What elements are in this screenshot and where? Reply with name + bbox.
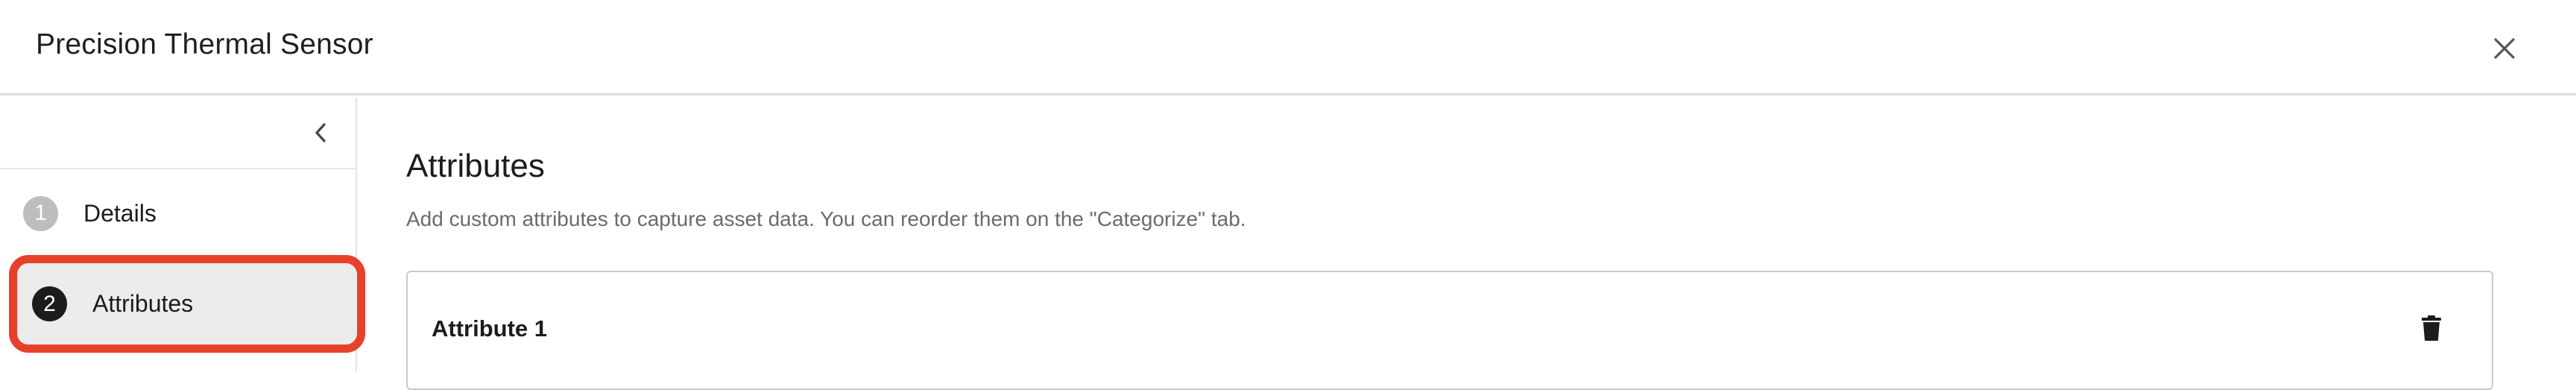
chevron-left-icon (315, 123, 326, 142)
close-icon (2494, 38, 2515, 59)
delete-attribute-button[interactable] (2413, 309, 2450, 347)
sidebar-collapse-row (0, 98, 356, 169)
trash-icon (2422, 315, 2441, 341)
collapse-sidebar-button[interactable] (302, 114, 339, 151)
sidebar-step-attributes[interactable]: 2 Attributes (9, 255, 365, 353)
dialog-header: Precision Thermal Sensor (0, 0, 2576, 95)
dialog-title: Precision Thermal Sensor (36, 28, 373, 60)
close-button[interactable] (2486, 30, 2523, 67)
attribute-card: Attribute 1 (406, 271, 2493, 390)
section-description: Add custom attributes to capture asset d… (406, 207, 1246, 230)
main-content: Attributes Add custom attributes to capt… (406, 98, 2576, 390)
step-number-badge: 2 (32, 286, 67, 321)
step-sidebar: 1 Details 2 Attributes (0, 98, 365, 371)
step-label: Attributes (92, 290, 194, 317)
step-label: Details (83, 199, 157, 227)
sidebar-step-details[interactable]: 1 Details (0, 172, 356, 255)
step-number-badge: 1 (23, 195, 58, 231)
section-title: Attributes (406, 148, 545, 184)
attribute-title: Attribute 1 (432, 315, 547, 342)
